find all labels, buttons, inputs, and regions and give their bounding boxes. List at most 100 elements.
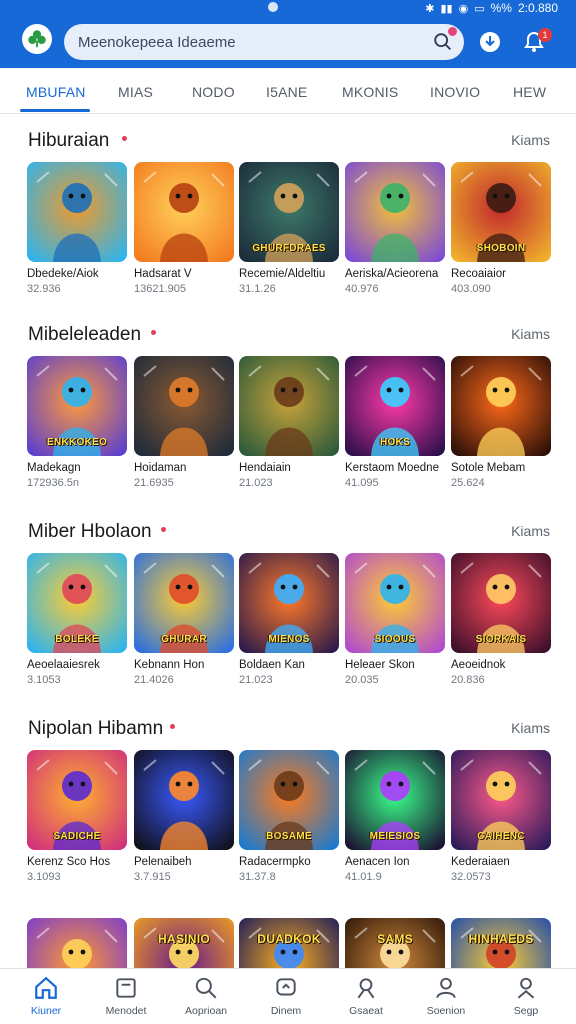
game-thumbnail[interactable]: MIENOS: [239, 553, 339, 653]
game-thumbnail[interactable]: GHURAR: [134, 553, 234, 653]
game-tile[interactable]: Hendaiain 21.023: [239, 356, 339, 489]
nav-label: Gsaeat: [349, 1005, 383, 1017]
game-thumbnail[interactable]: [451, 356, 551, 456]
tab-mkonis[interactable]: MKONIS: [342, 84, 398, 100]
game-tile[interactable]: MEIESIOS Aenacen Ion 41.01.9: [345, 750, 445, 883]
game-tile[interactable]: DUADKOK: [239, 918, 339, 968]
search-badge: [448, 27, 457, 36]
battery-percent: %%: [490, 1, 512, 15]
thumbnail-title-art: MIENOS: [268, 634, 310, 645]
tab-i5ane[interactable]: I5ANE: [266, 84, 307, 100]
game-thumbnail[interactable]: [239, 356, 339, 456]
game-thumbnail[interactable]: GHURFDRAES: [239, 162, 339, 262]
section-new-dot: [151, 330, 157, 335]
game-thumbnail[interactable]: DUADKOK: [239, 918, 339, 968]
tab-hew[interactable]: HEW: [513, 84, 546, 100]
active-tab-indicator: [20, 109, 90, 112]
game-name: Madekagn: [27, 462, 81, 474]
game-thumbnail[interactable]: [134, 162, 234, 262]
section-see-all-link[interactable]: Kiams: [511, 326, 550, 342]
nav-item-home[interactable]: Kiuner: [6, 969, 86, 1024]
nav-item-user[interactable]: Soenion: [406, 969, 486, 1024]
thumbnail-title-art: MEIESIOS: [369, 831, 421, 842]
game-section-partial: HASINIO DUADKOK SAMS HINHAEDS: [0, 918, 576, 968]
section-title: Miber Hbolaon: [28, 521, 152, 542]
game-thumbnail[interactable]: HOKS: [345, 356, 445, 456]
game-tile[interactable]: CAIHENC Kederaiaen 32.0573: [451, 750, 551, 883]
tab-nodo[interactable]: NODO: [192, 84, 235, 100]
section-see-all-link[interactable]: Kiams: [511, 720, 550, 736]
game-download-count: 20.836: [451, 674, 485, 686]
search-bar[interactable]: [64, 24, 464, 60]
tab-mias[interactable]: MIAS: [118, 84, 153, 100]
game-tile[interactable]: SADICHE Kerenz Sco Hos 3.1093: [27, 750, 127, 883]
game-tile[interactable]: BOLEKE Aeoelaaiesrek 3.1053: [27, 553, 127, 686]
game-tile[interactable]: GHURAR Kebnann Hon 21.4026: [134, 553, 234, 686]
status-time: 2:0.880: [517, 1, 558, 15]
search-input[interactable]: [78, 33, 418, 51]
battery-icon: ▭: [474, 2, 485, 15]
game-name: Hoidaman: [134, 462, 187, 474]
game-tile[interactable]: Hadsarat V 13621.905: [134, 162, 234, 295]
game-thumbnail[interactable]: [345, 162, 445, 262]
game-tile[interactable]: SIOOUS Heleaer Skon 20.035: [345, 553, 445, 686]
game-thumbnail[interactable]: CAIHENC: [451, 750, 551, 850]
game-thumbnail[interactable]: [27, 162, 127, 262]
game-thumbnail[interactable]: HINHAEDS: [451, 918, 551, 968]
game-thumbnail[interactable]: [134, 356, 234, 456]
game-tile[interactable]: Sotole Mebam 25.624: [451, 356, 551, 489]
game-name: Dbedeke/Aiok: [27, 268, 99, 280]
game-thumbnail[interactable]: MEIESIOS: [345, 750, 445, 850]
game-tile[interactable]: Dbedeke/Aiok 32.936: [27, 162, 127, 295]
nav-item-library[interactable]: Menodet: [86, 969, 166, 1024]
game-download-count: 32.0573: [451, 871, 491, 883]
section-new-dot: [170, 724, 176, 729]
app-logo-icon[interactable]: [22, 24, 52, 54]
game-tile[interactable]: HOKS Kerstaom Moedne 41.095: [345, 356, 445, 489]
nav-label: Dinem: [270, 1005, 302, 1017]
game-tile[interactable]: SIORKAIS Aeoeidnok 20.836: [451, 553, 551, 686]
game-thumbnail[interactable]: HASINIO: [134, 918, 234, 968]
game-thumbnail[interactable]: [134, 750, 234, 850]
game-name: Aeoelaaiesrek: [27, 659, 100, 671]
game-thumbnail[interactable]: SADICHE: [27, 750, 127, 850]
game-tile[interactable]: SHOBOIN Recoaiaior 403.090: [451, 162, 551, 295]
game-thumbnail[interactable]: BOSAME: [239, 750, 339, 850]
game-tile[interactable]: Hoidaman 21.6935: [134, 356, 234, 489]
game-thumbnail[interactable]: [27, 918, 127, 968]
game-tile[interactable]: GHURFDRAES Recemie/Aldeltiu 31.1.26: [239, 162, 339, 295]
game-thumbnail[interactable]: ENKKOKEO: [27, 356, 127, 456]
game-tile[interactable]: Aeriska/Acieorena 40.976: [345, 162, 445, 295]
game-tile[interactable]: HINHAEDS: [451, 918, 551, 968]
nav-item-search[interactable]: Aoprioan: [166, 969, 246, 1024]
game-thumbnail[interactable]: SIOOUS: [345, 553, 445, 653]
thumbnail-title-art: GHURAR: [161, 634, 207, 645]
game-thumbnail[interactable]: SHOBOIN: [451, 162, 551, 262]
thumbnail-title-art: BOSAME: [266, 831, 312, 842]
section-new-dot: [122, 136, 128, 141]
game-tile[interactable]: [27, 918, 127, 968]
notification-count-badge: 1: [538, 28, 552, 42]
game-tile[interactable]: Pelenaibeh 3.7.915: [134, 750, 234, 883]
game-download-count: 41.01.9: [345, 871, 382, 883]
game-tile[interactable]: ENKKOKEO Madekagn 172936.5n: [27, 356, 127, 489]
game-thumbnail[interactable]: SAMS: [345, 918, 445, 968]
section-see-all-link[interactable]: Kiams: [511, 132, 550, 148]
download-icon[interactable]: [478, 30, 502, 54]
game-thumbnail[interactable]: SIORKAIS: [451, 553, 551, 653]
game-tile[interactable]: HASINIO: [134, 918, 234, 968]
game-tile[interactable]: SAMS: [345, 918, 445, 968]
game-download-count: 31.1.26: [239, 283, 276, 295]
game-name: Radacermpko: [239, 856, 311, 868]
game-name: Kederaiaen: [451, 856, 510, 868]
tab-inovio[interactable]: INOVIO: [430, 84, 480, 100]
nav-item-chat[interactable]: Dinem: [246, 969, 326, 1024]
nav-item-location[interactable]: Gsaeat: [326, 969, 406, 1024]
tab-mbufan[interactable]: MBUFAN: [26, 84, 86, 100]
game-tile[interactable]: MIENOS Boldaen Kan 21.023: [239, 553, 339, 686]
game-download-count: 25.624: [451, 477, 485, 489]
game-tile[interactable]: BOSAME Radacermpko 31.37.8: [239, 750, 339, 883]
section-see-all-link[interactable]: Kiams: [511, 523, 550, 539]
game-thumbnail[interactable]: BOLEKE: [27, 553, 127, 653]
nav-item-profile[interactable]: Segp: [486, 969, 566, 1024]
